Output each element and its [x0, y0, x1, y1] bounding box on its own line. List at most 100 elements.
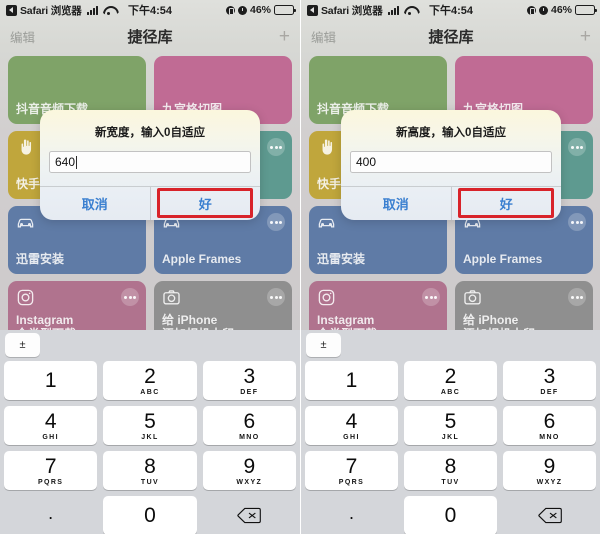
- key-letters: DEF: [540, 388, 559, 396]
- key-digit: 8: [444, 454, 457, 478]
- key-digit: 3: [543, 364, 556, 388]
- numeric-keyboard: ± 1 2 ABC 3 DEF 4 GHI 5 JKL 6 MNO 7 PQRS 8 TUV 9 WXYZ. 0: [301, 330, 600, 534]
- card-menu-icon[interactable]: [267, 213, 285, 231]
- backspace-icon[interactable]: [503, 496, 596, 534]
- dimension-input[interactable]: 400: [350, 151, 552, 173]
- dimension-input[interactable]: 640: [49, 151, 251, 173]
- page-title: 捷径库: [428, 28, 474, 46]
- nav-bar: 编辑 捷径库 +: [0, 20, 300, 52]
- ok-button-label: 好: [198, 197, 212, 212]
- keyboard-rows: 1 2 ABC 3 DEF 4 GHI 5 JKL 6 MNO 7 PQRS 8 TUV 9 WXYZ. 0: [301, 358, 600, 534]
- card-menu-icon[interactable]: [121, 288, 139, 306]
- key-letters: JKL: [141, 433, 159, 441]
- key-4[interactable]: 4 GHI: [305, 406, 398, 445]
- key-letters: ABC: [440, 388, 461, 396]
- card-menu-icon[interactable]: [568, 213, 586, 231]
- card-menu-icon[interactable]: [568, 138, 586, 156]
- ok-button[interactable]: 好: [151, 187, 261, 220]
- backspace-icon[interactable]: [203, 496, 296, 534]
- plus-minus-key[interactable]: ±: [306, 333, 341, 357]
- key-letters: JKL: [441, 433, 460, 441]
- key-6[interactable]: 6 MNO: [202, 406, 296, 445]
- dimension-input-value: 400: [356, 155, 377, 169]
- status-bar: Safari 浏览器 下午4:54 46%: [301, 0, 600, 20]
- dialog-title: 新宽度，输入0自适应: [95, 127, 205, 139]
- status-bar-time: 下午4:54: [127, 5, 173, 17]
- shortcut-card-label: Apple Frames: [162, 252, 242, 267]
- card-menu-icon[interactable]: [568, 288, 586, 306]
- phone-screen: Safari 浏览器 下午4:54 46% 编辑 捷径库 + 抖音音频下载九宫格…: [0, 0, 300, 349]
- status-bar: Safari 浏览器 下午4:54 46%: [0, 0, 300, 20]
- alarm-clock-icon: [538, 5, 548, 15]
- dimension-input-value: 640: [55, 155, 76, 169]
- camera-icon: [463, 288, 482, 307]
- key-period-glyph: .: [348, 502, 354, 523]
- key-letters: GHI: [343, 433, 360, 441]
- keyboard-row: .0: [4, 496, 296, 534]
- key-digit: 0: [444, 504, 457, 527]
- card-menu-icon[interactable]: [267, 288, 285, 306]
- key-period-glyph: .: [48, 502, 54, 523]
- shortcut-card-label: 迅雷安装: [16, 252, 65, 267]
- key-digit: 5: [144, 409, 156, 433]
- key-3[interactable]: 3 DEF: [503, 361, 596, 400]
- hand-icon: [16, 138, 35, 157]
- key-letters: PQRS: [338, 478, 365, 486]
- input-dialog: 新高度，输入0自适应 400 取消 好: [341, 110, 561, 220]
- key-letters: ABC: [140, 388, 160, 396]
- key-period[interactable]: .: [305, 496, 398, 534]
- card-menu-icon[interactable]: [267, 138, 285, 156]
- key-0[interactable]: 0: [103, 496, 197, 534]
- key-5[interactable]: 5 JKL: [404, 406, 497, 445]
- key-digit: 3: [243, 364, 256, 388]
- car-icon: [16, 213, 35, 232]
- card-menu-icon[interactable]: [422, 288, 440, 306]
- key-letters: MNO: [539, 433, 560, 441]
- instagram-icon: [317, 288, 336, 307]
- key-7[interactable]: 7 PQRS: [4, 451, 98, 490]
- key-letters: WXYZ: [536, 478, 563, 486]
- screenshot-panel-left: Safari 浏览器 下午4:54 46% 编辑 捷径库 + 抖音音频下载九宫格…: [0, 0, 300, 534]
- screenshot-panel-right: Safari 浏览器 下午4:54 46% 编辑 捷径库 + 抖音音频下载九宫格…: [300, 0, 600, 534]
- key-8[interactable]: 8 TUV: [103, 451, 197, 490]
- key-1[interactable]: 1: [4, 361, 98, 400]
- alarm-clock-icon: [237, 5, 247, 15]
- key-9[interactable]: 9 WXYZ: [202, 451, 296, 490]
- keyboard-row: 1 2 ABC 3 DEF: [305, 361, 596, 400]
- ok-button[interactable]: 好: [452, 187, 562, 220]
- numeric-keyboard: ± 1 2 ABC 3 DEF 4 GHI 5 JKL 6 MNO 7 PQRS 8 TUV 9 WXYZ. 0: [0, 330, 300, 534]
- key-digit: 7: [345, 454, 358, 478]
- keyboard-rows: 1 2 ABC 3 DEF 4 GHI 5 JKL 6 MNO 7 PQRS 8 TUV 9 WXYZ. 0: [0, 358, 300, 534]
- dialog-buttons: 取消 好: [341, 187, 561, 220]
- key-7[interactable]: 7 PQRS: [305, 451, 398, 490]
- key-8[interactable]: 8 TUV: [404, 451, 497, 490]
- keyboard-toolbar: ±: [301, 330, 600, 358]
- cancel-button[interactable]: 取消: [341, 187, 452, 220]
- key-2[interactable]: 2 ABC: [404, 361, 497, 400]
- key-6[interactable]: 6 MNO: [503, 406, 596, 445]
- dialog-field-wrapper: 400: [341, 151, 561, 186]
- keyboard-row: 7 PQRS 8 TUV 9 WXYZ: [305, 451, 596, 490]
- key-letters: TUV: [441, 478, 460, 486]
- key-1[interactable]: 1: [305, 361, 398, 400]
- hand-icon: [317, 138, 336, 157]
- phone-screen: Safari 浏览器 下午4:54 46% 编辑 捷径库 + 抖音音频下载九宫格…: [301, 0, 600, 349]
- dialog-field-wrapper: 640: [40, 151, 260, 186]
- key-4[interactable]: 4 GHI: [4, 406, 98, 445]
- key-5[interactable]: 5 JKL: [103, 406, 197, 445]
- key-3[interactable]: 3 DEF: [202, 361, 296, 400]
- battery-icon: [575, 5, 597, 15]
- key-letters: WXYZ: [236, 478, 263, 486]
- key-2[interactable]: 2 ABC: [103, 361, 197, 400]
- key-period[interactable]: .: [4, 496, 97, 534]
- key-9[interactable]: 9 WXYZ: [503, 451, 596, 490]
- keyboard-toolbar: ±: [0, 330, 300, 358]
- nav-bar: 编辑 捷径库 +: [301, 20, 600, 52]
- keyboard-row: 4 GHI 5 JKL 6 MNO: [4, 406, 296, 445]
- battery-icon: [274, 5, 296, 15]
- cancel-button[interactable]: 取消: [40, 187, 151, 220]
- camera-icon: [162, 288, 181, 307]
- shortcut-card-label: Apple Frames: [463, 252, 543, 267]
- plus-minus-key[interactable]: ±: [5, 333, 40, 357]
- key-0[interactable]: 0: [404, 496, 497, 534]
